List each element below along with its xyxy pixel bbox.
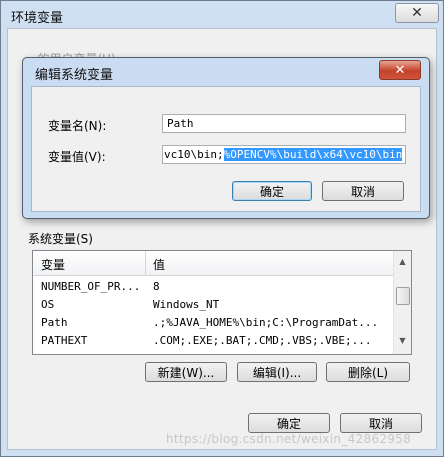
row-name: OS (41, 298, 55, 311)
column-header-value[interactable]: 值 (153, 256, 165, 273)
table-row[interactable]: OS Windows_NT (33, 296, 393, 314)
variable-name-label: 变量名(N): (48, 119, 107, 133)
dialog-title: 编辑系统变量 (35, 68, 114, 83)
dialog-cancel-button[interactable]: 取消 (322, 181, 404, 201)
row-value: 8 (153, 280, 160, 293)
scroll-down-icon[interactable]: ▼ (397, 336, 408, 346)
row-value: .;%JAVA_HOME%\bin;C:\ProgramDat... (153, 316, 379, 329)
system-variables-label: 系统变量(S) (28, 232, 93, 246)
variable-value-prefix: vc10\bin; (164, 148, 224, 161)
row-name: PATHEXT (41, 334, 88, 347)
table-row[interactable]: NUMBER_OF_PR... 8 (33, 278, 393, 296)
row-value: Windows_NT (153, 298, 220, 311)
variable-value-input[interactable]: vc10\bin;%OPENCV%\build\x64\vc10\bin (162, 145, 406, 164)
row-value: .COM;.EXE;.BAT;.CMD;.VBS;.VBE;... (153, 334, 372, 347)
variable-name-input[interactable]: Path (162, 114, 406, 133)
variable-value-label: 变量值(V): (48, 150, 106, 164)
window-title: 环境变量 (11, 11, 64, 26)
row-name: NUMBER_OF_PR... (41, 280, 141, 293)
close-icon: ✕ (411, 5, 423, 21)
variable-name-value: Path (167, 117, 194, 130)
column-divider[interactable] (145, 251, 146, 275)
variable-value-selection: %OPENCV%\build\x64\vc10\bin (223, 148, 403, 161)
close-icon: ✕ (394, 62, 406, 78)
table-row[interactable]: PATHEXT .COM;.EXE;.BAT;.CMD;.VBS;.VBE;..… (33, 332, 393, 350)
column-header-variable[interactable]: 变量 (41, 256, 65, 273)
scroll-up-icon[interactable]: ▲ (397, 257, 408, 267)
dialog-ok-button[interactable]: 确定 (232, 181, 312, 201)
row-name: Path (41, 316, 68, 329)
vertical-scrollbar[interactable]: ▲ ▼ (393, 251, 411, 354)
edit-system-variable-dialog: 编辑系统变量 ✕ 变量名(N): Path 变量值(V): vc10\bin;%… (22, 57, 430, 219)
dialog-close-button[interactable]: ✕ (379, 60, 421, 80)
table-row[interactable]: Path .;%JAVA_HOME%\bin;C:\ProgramDat... (33, 314, 393, 332)
system-variables-list[interactable]: 变量 值 NUMBER_OF_PR... 8 OS Windows_NT Pat… (32, 250, 412, 355)
new-button[interactable]: 新建(W)... (145, 362, 227, 382)
watermark: https://blog.csdn.net/weixin_42862958 (166, 432, 412, 446)
list-header: 变量 值 (33, 251, 393, 276)
ok-button[interactable]: 确定 (248, 413, 330, 433)
close-button[interactable]: ✕ (395, 3, 439, 23)
delete-button[interactable]: 删除(L) (326, 362, 410, 382)
dialog-body: 变量名(N): Path 变量值(V): vc10\bin;%OPENCV%\b… (31, 86, 421, 212)
scroll-thumb[interactable] (396, 287, 410, 305)
edit-button[interactable]: 编辑(I)... (237, 362, 317, 382)
cancel-button[interactable]: 取消 (340, 413, 422, 433)
